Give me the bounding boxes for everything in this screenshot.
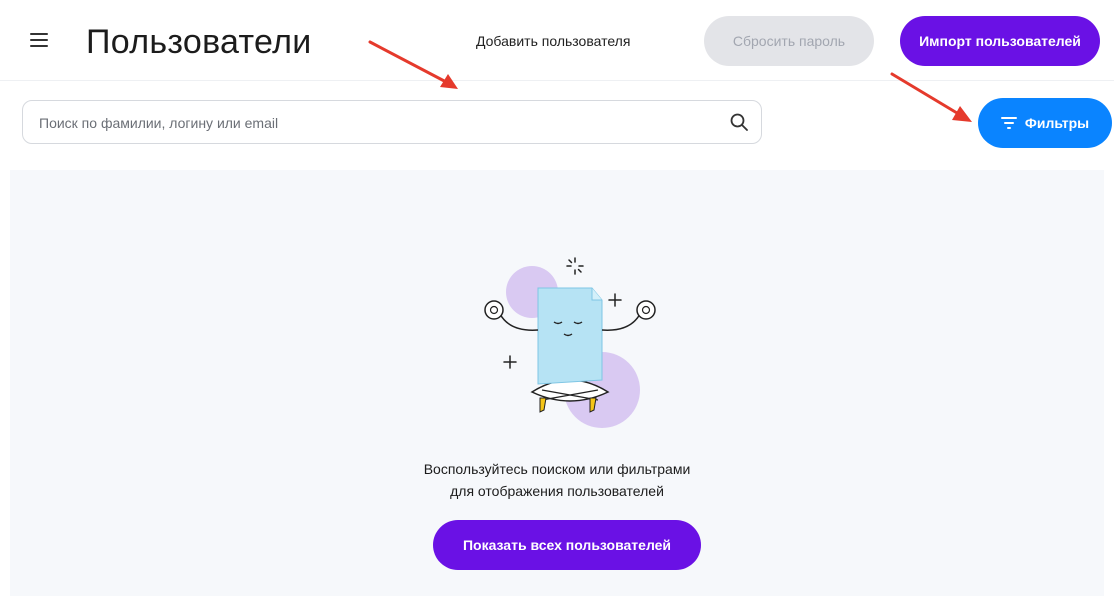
filters-button-label: Фильтры — [1024, 115, 1090, 131]
import-users-button[interactable]: Импорт пользователей — [900, 16, 1100, 66]
filter-icon — [1000, 117, 1017, 129]
reset-password-button[interactable]: Сбросить пароль — [704, 16, 874, 66]
search-box — [22, 100, 762, 145]
search-input[interactable] — [37, 101, 721, 145]
show-all-users-button[interactable]: Показать всех пользователей — [433, 520, 701, 570]
filters-button[interactable]: Фильтры — [978, 98, 1112, 148]
hamburger-menu-icon[interactable] — [30, 33, 50, 47]
users-page: Пользователи Добавить пользователя Сброс… — [0, 0, 1114, 596]
header-divider — [0, 80, 1114, 81]
empty-state-line-2: для отображения пользователей — [450, 483, 664, 499]
meditating-document-illustration — [484, 257, 656, 428]
empty-state-message: Воспользуйтесь поиском или фильтрами для… — [0, 458, 1114, 502]
search-icon[interactable] — [729, 112, 749, 132]
page-title: Пользователи — [86, 23, 312, 61]
add-user-link[interactable]: Добавить пользователя — [476, 33, 630, 49]
header: Пользователи Добавить пользователя Сброс… — [0, 0, 1114, 80]
empty-state-line-1: Воспользуйтесь поиском или фильтрами — [423, 461, 691, 477]
